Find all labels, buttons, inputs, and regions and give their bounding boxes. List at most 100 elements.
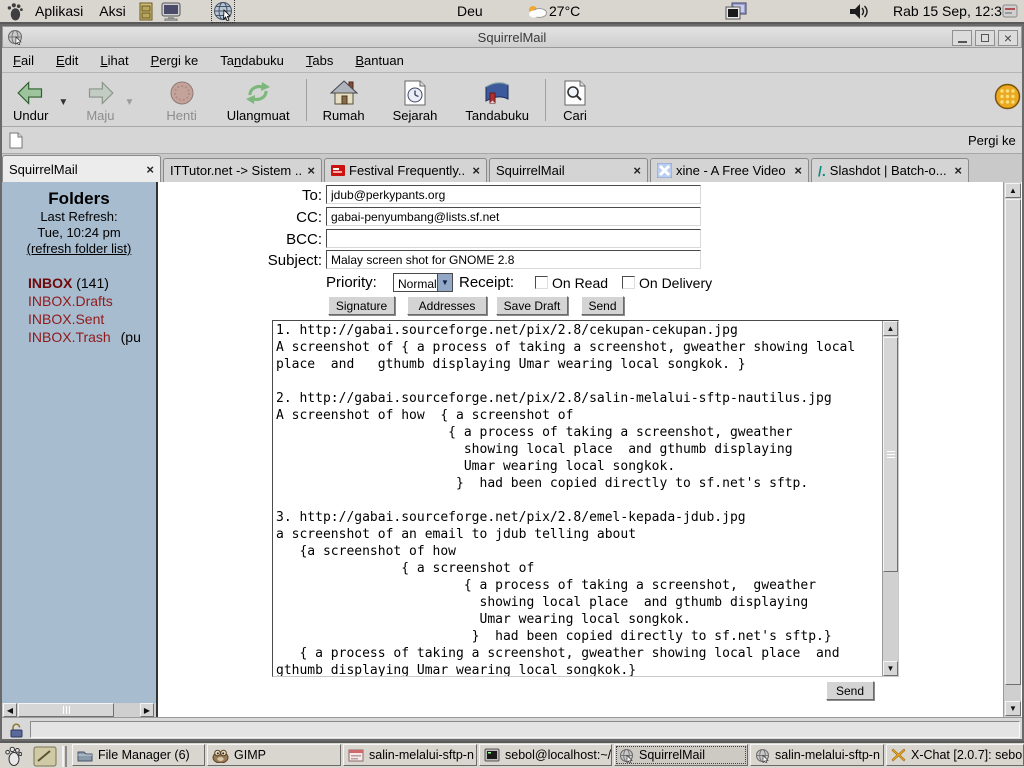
stop-button[interactable]: Henti <box>159 75 203 125</box>
folder-inbox-sent[interactable]: INBOX.Sent <box>28 311 104 327</box>
menu-tandabuku[interactable]: Tandabuku <box>209 48 295 73</box>
back-button[interactable]: Undur <box>6 75 55 125</box>
tab-slashdot[interactable]: /. Slashdot | Batch-o... × <box>811 158 969 182</box>
bcc-field[interactable] <box>326 229 701 248</box>
subject-field[interactable] <box>326 250 701 269</box>
tab-squirrelmail[interactable]: SquirrelMail × <box>2 155 161 182</box>
body-scroll-thumb[interactable] <box>883 337 898 572</box>
folder-inbox[interactable]: INBOX (141) <box>28 275 109 291</box>
addresses-button[interactable]: Addresses <box>407 296 487 315</box>
tab-ittutor[interactable]: ITTutor.net -> Sistem ... × <box>163 158 322 182</box>
tab-close-icon[interactable]: × <box>301 163 315 178</box>
tab-close-icon[interactable]: × <box>466 163 480 178</box>
receipt-label: Receipt: <box>459 274 514 291</box>
tray-icon[interactable] <box>1002 4 1018 18</box>
scroll-up-icon[interactable]: ▲ <box>883 321 898 336</box>
home-button[interactable]: Rumah <box>316 75 372 125</box>
menu-lihat[interactable]: Lihat <box>89 48 139 73</box>
window-titlebar[interactable]: SquirrelMail × <box>2 26 1022 48</box>
tab-squirrelmail-2[interactable]: SquirrelMail × <box>489 158 648 182</box>
panel-clock[interactable]: Rab 15 Sep, 12:38 <box>893 3 1010 19</box>
cc-label: CC: <box>240 209 322 226</box>
scroll-left-icon[interactable]: ◀ <box>3 703 17 717</box>
forward-dropdown-arrow[interactable]: ▼ <box>122 97 138 108</box>
minimize-button[interactable] <box>952 30 972 46</box>
workspace-monitor-icon[interactable] <box>725 2 747 21</box>
save-draft-button[interactable]: Save Draft <box>496 296 568 315</box>
tab-close-icon[interactable]: × <box>140 162 154 177</box>
subject-label: Subject: <box>240 252 322 269</box>
tab-close-icon[interactable]: × <box>627 163 641 178</box>
menu-pergi-ke[interactable]: Pergi ke <box>140 48 210 73</box>
history-button[interactable]: Sejarah <box>386 75 445 125</box>
folder-inbox-drafts[interactable]: INBOX.Drafts <box>28 293 113 309</box>
on-delivery-label: On Delivery <box>639 275 712 291</box>
maximize-button[interactable] <box>975 30 995 46</box>
panel-menu-applications[interactable]: Aplikasi <box>31 3 87 19</box>
go-button[interactable]: Pergi ke <box>968 133 1016 148</box>
page-scroll-thumb[interactable] <box>1005 199 1021 685</box>
search-button[interactable]: Cari <box>555 75 595 125</box>
tab-close-icon[interactable]: × <box>788 163 802 178</box>
back-dropdown-arrow[interactable]: ▼ <box>55 97 71 108</box>
taskbar-terminal[interactable]: sebol@localhost:~/ <box>479 744 612 766</box>
sidebar-hscrollbar[interactable]: ◀ ▶ <box>2 703 156 717</box>
taskbar-gimp[interactable]: GIMP <box>207 744 341 766</box>
last-refresh-time: Tue, 10:24 pm <box>2 225 156 240</box>
to-field[interactable] <box>326 185 701 204</box>
scroll-up-icon[interactable]: ▲ <box>1005 183 1021 198</box>
scroll-down-icon[interactable]: ▼ <box>883 661 898 676</box>
bookmarks-button[interactable]: Tandabuku <box>458 75 536 125</box>
message-body-textarea[interactable]: 1. http://gabai.sourceforge.net/pix/2.8/… <box>273 321 882 676</box>
tab-xine[interactable]: xine - A Free Video ... × <box>650 158 809 182</box>
screen-launcher-icon[interactable] <box>161 2 182 21</box>
web-browser-launcher-icon[interactable] <box>212 0 234 22</box>
lock-icon <box>9 722 24 738</box>
taskbar-handle[interactable] <box>62 746 67 767</box>
tab-festival[interactable]: Festival Frequently... × <box>324 158 487 182</box>
file-cabinet-launcher-icon[interactable] <box>138 2 154 21</box>
menu-edit[interactable]: Edit <box>45 48 89 73</box>
notes-applet-icon[interactable] <box>33 746 57 767</box>
folder-inbox-trash[interactable]: INBOX.Trash (pu <box>28 329 141 345</box>
on-read-checkbox[interactable] <box>535 276 548 289</box>
taskbar-salin-sftp-1[interactable]: salin-melalui-sftp-n <box>343 744 477 766</box>
reload-icon <box>243 78 273 108</box>
gnome-foot-icon[interactable] <box>4 746 22 766</box>
weather-temperature[interactable]: 27°C <box>549 3 580 19</box>
body-vscrollbar[interactable]: ▲ ▼ <box>882 321 898 676</box>
close-button[interactable]: × <box>998 30 1018 46</box>
priority-select[interactable]: Normal ▼ <box>393 273 453 292</box>
menu-tabs[interactable]: Tabs <box>295 48 344 73</box>
web-browser-icon <box>619 748 634 763</box>
history-icon <box>402 78 428 108</box>
menu-fail[interactable]: Fail <box>2 48 45 73</box>
menu-bantuan[interactable]: Bantuan <box>344 48 414 73</box>
scroll-down-icon[interactable]: ▼ <box>1005 701 1021 716</box>
panel-menu-actions[interactable]: Aksi <box>95 3 129 19</box>
hscroll-thumb[interactable] <box>18 703 114 717</box>
on-delivery-checkbox[interactable] <box>622 276 635 289</box>
page-vscrollbar[interactable]: ▲ ▼ <box>1003 182 1021 717</box>
reload-button[interactable]: Ulangmuat <box>220 75 297 125</box>
file-transfer-window-icon <box>348 749 364 762</box>
window-title: SquirrelMail <box>3 30 1021 45</box>
signature-button[interactable]: Signature <box>328 296 395 315</box>
taskbar-xchat[interactable]: X-Chat [2.0.7]: sebol <box>886 744 1024 766</box>
taskbar-squirrelmail[interactable]: SquirrelMail <box>614 744 748 766</box>
chevron-down-icon[interactable]: ▼ <box>437 274 452 291</box>
send-button-top[interactable]: Send <box>581 296 624 315</box>
volume-speaker-icon[interactable] <box>849 3 869 20</box>
tab-close-icon[interactable]: × <box>948 163 962 178</box>
send-button-bottom[interactable]: Send <box>826 681 874 700</box>
keyboard-layout-indicator[interactable]: Deu <box>457 3 483 19</box>
back-arrow-icon <box>17 78 45 108</box>
refresh-folder-list-link[interactable]: (refresh folder list) <box>2 241 156 256</box>
gnome-foot-icon[interactable] <box>6 2 23 21</box>
forward-button[interactable]: Maju <box>79 75 121 125</box>
folders-sidebar: Folders Last Refresh: Tue, 10:24 pm (ref… <box>2 182 156 703</box>
taskbar-salin-sftp-2[interactable]: salin-melalui-sftp-n <box>750 744 884 766</box>
scroll-right-icon[interactable]: ▶ <box>140 703 154 717</box>
taskbar-file-manager[interactable]: File Manager (6) <box>72 744 205 766</box>
cc-field[interactable] <box>326 207 701 226</box>
